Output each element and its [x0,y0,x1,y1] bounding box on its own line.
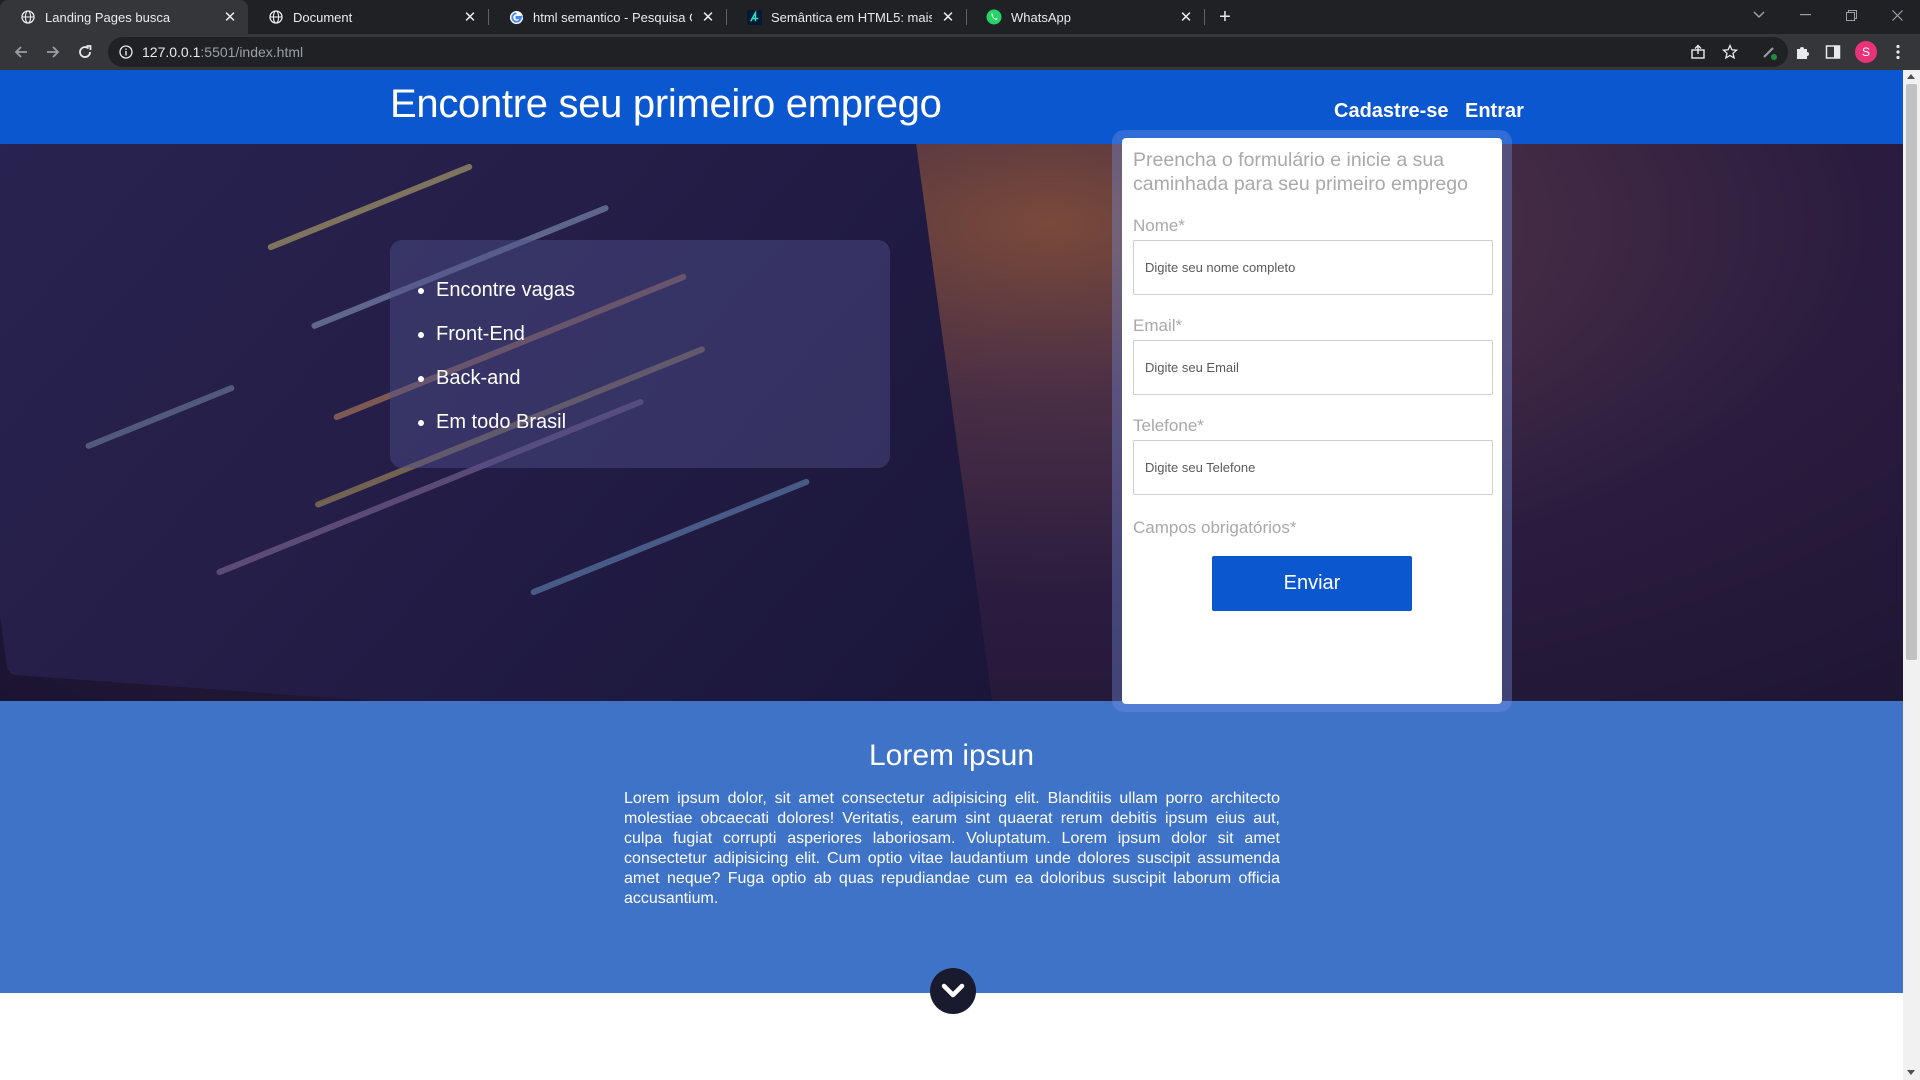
signup-form: Preencha o formulário e inicie a sua cam… [1122,138,1502,704]
tab-title: Semântica em HTML5: mais acessibilidade [771,9,932,25]
tab-document[interactable]: Document ✕ [248,0,488,34]
profile-avatar[interactable]: S [1855,41,1877,63]
close-icon[interactable]: ✕ [1178,9,1194,26]
info-icon[interactable] [118,44,134,60]
alura-icon [746,9,762,25]
more-menu-icon[interactable] [1888,42,1908,62]
submit-button[interactable]: Enviar [1212,556,1412,611]
close-icon[interactable]: ✕ [462,9,478,26]
tab-semantica-html5[interactable]: Semântica em HTML5: mais acessibilidade … [726,0,966,34]
page-scrollbar[interactable] [1903,70,1920,1080]
whatsapp-icon [986,9,1002,25]
minimize-icon [1799,14,1811,16]
benefits-box: Encontre vagas Front-End Back-and Em tod… [390,240,890,468]
nav-signup-link[interactable]: Cadastre-se [1334,100,1449,123]
tab-whatsapp[interactable]: WhatsApp ✕ [966,0,1204,34]
reload-icon [79,45,92,58]
benefit-item: Back-and [436,364,575,408]
tab-title: Landing Pages busca [45,9,171,25]
minimize-button[interactable] [1782,0,1828,30]
close-icon[interactable]: ✕ [700,9,716,26]
chevron-down-icon [941,983,965,998]
name-label: Nome* [1133,216,1185,235]
required-fields-note: Campos obrigatórios* [1133,518,1297,537]
tab-title: WhatsApp [1011,9,1071,25]
phone-label: Telefone* [1133,416,1204,435]
arrow-right-icon [47,46,60,58]
tab-title: Document [293,9,353,25]
url-host: 127.0.0.1 [142,44,201,60]
browser-toolbar: 127.0.0.1:5501/index.html S [0,34,1920,70]
hero-section [0,144,1903,701]
scrollbar-thumb[interactable] [1906,84,1917,660]
url-text: 127.0.0.1:5501/index.html [142,44,303,60]
scroll-down-arrow[interactable] [1907,1070,1915,1075]
share-icon[interactable] [1688,42,1708,62]
tab-separator [1204,9,1205,25]
globe-icon [268,9,284,25]
site-title: Encontre seu primeiro emprego [390,82,942,126]
nav-login-link[interactable]: Entrar [1465,100,1524,123]
new-tab-button[interactable]: + [1212,5,1238,29]
form-lead-text: Preencha o formulário e inicie a sua cam… [1133,149,1468,195]
close-icon [1891,9,1903,21]
restore-icon [1845,9,1857,21]
benefits-list: Encontre vagas Front-End Back-and Em tod… [436,276,575,452]
email-label: Email* [1133,316,1183,335]
about-title: Lorem ipsun [868,739,1035,772]
tab-title: html semantico - Pesquisa Google [533,9,692,25]
about-text: Lorem ipsum dolor, sit amet consectetur … [624,790,1280,907]
benefit-item: Front-End [436,320,575,364]
globe-icon [20,9,36,25]
chevron-down-icon [1753,11,1765,19]
google-icon [508,9,524,25]
page-viewport: Encontre seu primeiro emprego Cadastre-s… [0,70,1903,1080]
extension-pen-icon[interactable] [1760,42,1780,62]
email-input[interactable] [1133,340,1493,395]
restore-button[interactable] [1828,0,1874,30]
name-input[interactable] [1133,240,1493,295]
scroll-up-arrow[interactable] [1907,74,1915,79]
side-panel-icon[interactable] [1823,42,1843,62]
close-icon[interactable]: ✕ [940,9,956,26]
scroll-down-button[interactable] [930,968,976,1014]
tab-landing-pages[interactable]: Landing Pages busca ✕ [0,0,248,34]
arrow-left-icon [14,46,27,58]
browser-tab-bar: Landing Pages busca ✕ Document ✕ html se… [0,0,1920,34]
benefit-item: Em todo Brasil [436,408,575,452]
address-bar[interactable]: 127.0.0.1:5501/index.html [108,37,1788,67]
tab-search-button[interactable] [1736,0,1782,30]
close-icon[interactable]: ✕ [222,9,238,26]
phone-input[interactable] [1133,440,1493,495]
plus-icon: + [1219,5,1231,28]
extensions-puzzle-icon[interactable] [1792,42,1812,62]
reload-button[interactable] [71,38,99,66]
star-icon[interactable] [1720,42,1740,62]
forward-button[interactable] [39,38,67,66]
back-button[interactable] [7,38,35,66]
tab-google-search[interactable]: html semantico - Pesquisa Google ✕ [488,0,726,34]
close-window-button[interactable] [1874,0,1920,30]
url-path: :5501/index.html [200,44,304,60]
about-section: Lorem ipsun Lorem ipsum dolor, sit amet … [0,701,1903,993]
benefit-item: Encontre vagas [436,276,575,320]
site-header: Encontre seu primeiro emprego Cadastre-s… [0,70,1903,144]
